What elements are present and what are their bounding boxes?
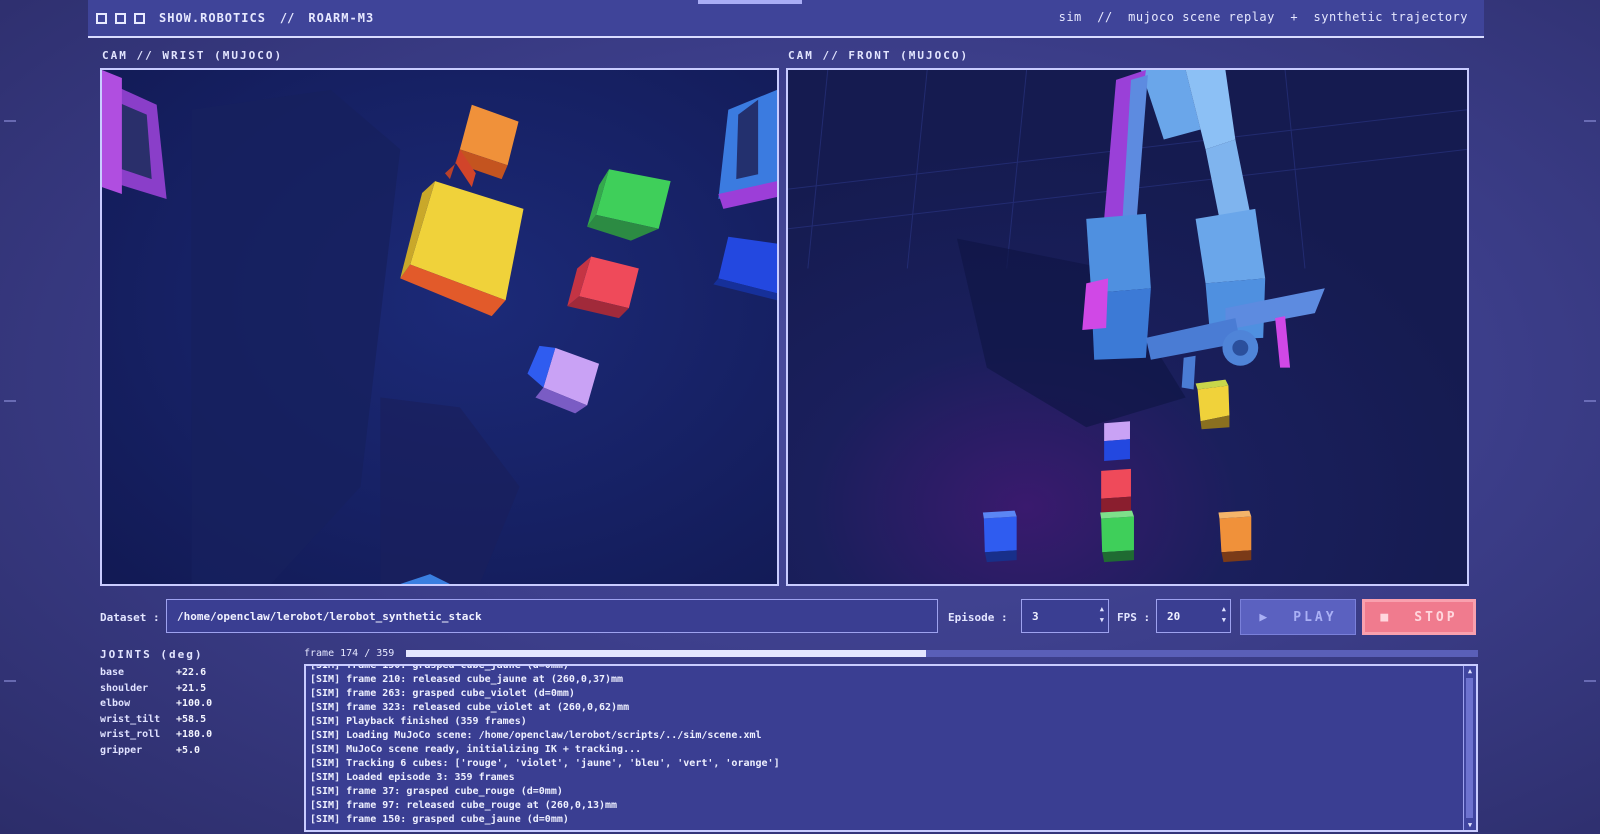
- joint-row: base +22.6: [100, 667, 212, 683]
- log-line: [SIM] frame 263: grasped cube_violet (d=…: [310, 688, 575, 699]
- edge-mark: [4, 120, 16, 122]
- log-lines: [SIM] frame 150: grasped cube_jaune (d=0…: [310, 664, 780, 827]
- fps-label: FPS :: [1117, 611, 1151, 624]
- mode-info: sim // mujoco scene replay + synthetic t…: [1058, 10, 1468, 24]
- cube-violet: [1104, 421, 1130, 461]
- window-square-icon[interactable]: [134, 12, 145, 24]
- joint-name: elbow: [100, 698, 131, 710]
- top-indicator: [698, 0, 802, 4]
- cube-red: [1101, 468, 1131, 513]
- dataset-label: Dataset :: [100, 611, 160, 624]
- device-name: ROARM-M3: [308, 11, 375, 25]
- spin-arrows-icon[interactable]: ▲ ▼: [1100, 604, 1104, 626]
- joint-row: elbow +100.0: [100, 698, 212, 714]
- app-window: SHOW.ROBOTICS // ROARM-M3 sim // mujoco …: [88, 0, 1484, 834]
- frame-counter: frame 174 / 359: [304, 648, 395, 659]
- log-line: [SIM] frame 97: released cube_rouge at (…: [310, 800, 618, 811]
- log-line: [SIM] Tracking 6 cubes: ['rouge', 'viole…: [310, 758, 780, 769]
- joint-name: wrist_roll: [100, 729, 161, 741]
- cube-yellow: [1195, 379, 1230, 430]
- edge-mark: [1584, 120, 1596, 122]
- edge-mark: [1584, 400, 1596, 402]
- edge-mark: [4, 400, 16, 402]
- dataset-path-field[interactable]: /home/openclaw/lerobot/lerobot_synthetic…: [166, 599, 938, 633]
- scroll-up-icon[interactable]: ▲: [1464, 666, 1476, 676]
- fps-spinbox[interactable]: 20 ▲ ▼: [1156, 599, 1231, 633]
- joint-row: shoulder +21.5: [100, 683, 212, 699]
- front-cam-label: CAM // FRONT (MUJOCO): [788, 49, 970, 62]
- episode-value: 3: [1032, 610, 1039, 623]
- front-camera-view[interactable]: [786, 68, 1469, 586]
- joint-name: wrist_tilt: [100, 713, 161, 725]
- play-icon: ▶: [1259, 609, 1268, 625]
- joints-panel: JOINTS (deg) base +22.6 shoulder +21.5 e…: [100, 648, 212, 761]
- playback-progress-bar[interactable]: [406, 650, 1478, 657]
- stop-icon: ■: [1380, 609, 1389, 625]
- stop-button[interactable]: ■ STOP: [1362, 599, 1476, 635]
- joint-row: wrist_roll +180.0: [100, 729, 212, 745]
- log-line: [SIM] Loaded episode 3: 359 frames: [310, 772, 515, 783]
- edge-mark: [4, 680, 16, 682]
- playback-progress-fill: [406, 650, 926, 657]
- cube-blue: [982, 510, 1017, 563]
- joint-value: +22.6: [176, 667, 207, 678]
- cube-green: [1100, 510, 1134, 563]
- log-console[interactable]: [SIM] frame 150: grasped cube_jaune (d=0…: [304, 664, 1478, 832]
- joint-name: gripper: [100, 744, 143, 756]
- title-separator: //: [279, 11, 295, 25]
- spin-arrows-icon[interactable]: ▲ ▼: [1222, 604, 1226, 626]
- joint-row: wrist_tilt +58.5: [100, 714, 212, 730]
- log-line: [SIM] frame 210: released cube_jaune at …: [310, 674, 624, 685]
- log-line: [SIM] frame 150: grasped cube_jaune (d=0…: [310, 664, 569, 671]
- episode-spinbox[interactable]: 3 ▲ ▼: [1021, 599, 1109, 633]
- log-line: [SIM] MuJoCo scene ready, initializing I…: [310, 744, 642, 755]
- joint-value: +180.0: [176, 729, 213, 741]
- joint-value: +100.0: [176, 698, 213, 710]
- episode-label: Episode :: [948, 611, 1008, 624]
- title-bar: SHOW.ROBOTICS // ROARM-M3 sim // mujoco …: [88, 0, 1484, 38]
- log-line: [SIM] Playback finished (359 frames): [310, 716, 527, 727]
- edge-mark: [1584, 680, 1596, 682]
- wrist-scene: [102, 70, 777, 584]
- window-square-icon[interactable]: [96, 12, 107, 24]
- play-label: PLAY: [1293, 609, 1337, 625]
- log-line: [SIM] frame 37: grasped cube_rouge (d=0m…: [310, 786, 563, 797]
- scroll-thumb[interactable]: [1466, 678, 1473, 818]
- joint-value: +5.0: [176, 744, 201, 756]
- joint-name: base: [100, 667, 125, 678]
- front-scene: [788, 70, 1467, 584]
- brand-title: SHOW.ROBOTICS: [159, 11, 266, 25]
- play-button[interactable]: ▶ PLAY: [1240, 599, 1356, 635]
- joint-value: +58.5: [176, 713, 207, 725]
- log-line: [SIM] frame 150: grasped cube_jaune (d=0…: [310, 814, 569, 825]
- window-square-icon[interactable]: [115, 12, 126, 24]
- wrist-camera-view[interactable]: [100, 68, 779, 586]
- control-bar: Dataset : /home/openclaw/lerobot/lerobot…: [88, 599, 1484, 635]
- log-line: [SIM] Loading MuJoCo scene: /home/opencl…: [310, 730, 762, 741]
- log-line: [SIM] frame 323: released cube_violet at…: [310, 702, 630, 713]
- cube-orange: [1218, 510, 1252, 563]
- log-scrollbar[interactable]: ▲ ▼: [1463, 666, 1476, 830]
- joint-name: shoulder: [100, 682, 149, 694]
- fps-value: 20: [1167, 610, 1181, 623]
- joint-value: +21.5: [176, 682, 207, 694]
- wrist-cam-label: CAM // WRIST (MUJOCO): [102, 49, 284, 62]
- joints-title: JOINTS (deg): [100, 648, 204, 661]
- scroll-down-icon[interactable]: ▼: [1464, 820, 1476, 830]
- joint-row: gripper +5.0: [100, 745, 212, 761]
- stop-label: STOP: [1414, 609, 1458, 625]
